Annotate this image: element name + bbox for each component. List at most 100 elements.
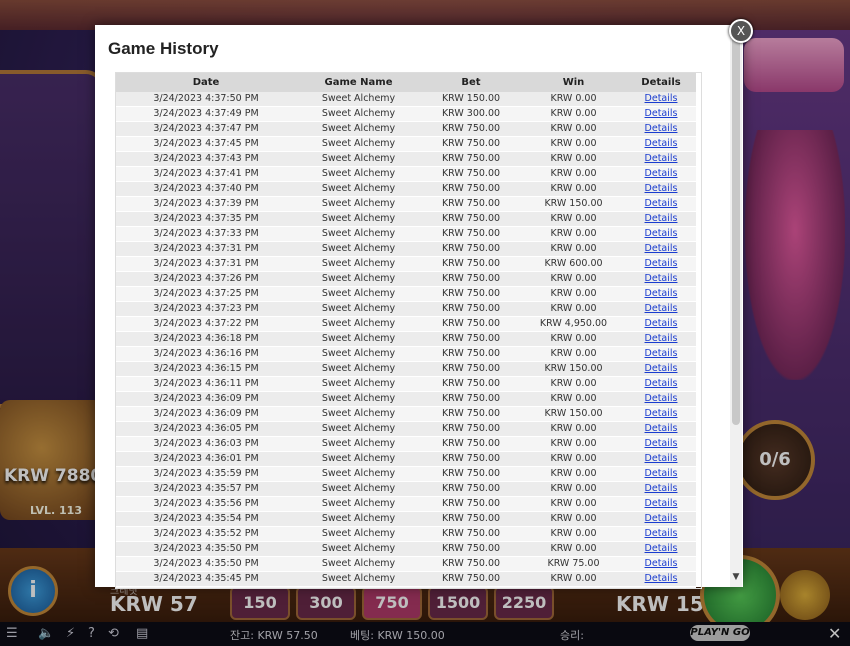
column-header-game-name[interactable]: Game Name: [296, 73, 421, 92]
table-row: 3/24/2023 4:37:47 PM Sweet Alchemy KRW 750…: [116, 122, 696, 137]
details-link[interactable]: Details: [626, 302, 696, 317]
cell-game-name: Sweet Alchemy: [296, 332, 421, 347]
details-link[interactable]: Details: [626, 152, 696, 167]
table-row: 3/24/2023 4:37:41 PM Sweet Alchemy KRW 750…: [116, 167, 696, 182]
table-row: 3/24/2023 4:37:23 PM Sweet Alchemy KRW 750…: [116, 302, 696, 317]
cell-game-name: Sweet Alchemy: [296, 512, 421, 527]
cell-win: KRW 600.00: [521, 257, 626, 272]
details-link[interactable]: Details: [626, 482, 696, 497]
game-history-modal: Game History Date Game Name Bet Win Deta…: [95, 25, 743, 589]
table-row: 3/24/2023 4:36:09 PM Sweet Alchemy KRW 750…: [116, 407, 696, 422]
details-link[interactable]: Details: [626, 512, 696, 527]
details-link[interactable]: Details: [626, 167, 696, 182]
close-modal-button[interactable]: X: [729, 19, 753, 43]
details-link[interactable]: Details: [626, 452, 696, 467]
details-link[interactable]: Details: [626, 197, 696, 212]
details-link[interactable]: Details: [626, 107, 696, 122]
cell-bet: KRW 750.00: [421, 272, 521, 287]
cell-date: 3/24/2023 4:37:31 PM: [116, 242, 296, 257]
cell-win: KRW 150.00: [521, 362, 626, 377]
table-header-row: Date Game Name Bet Win Details: [116, 73, 696, 92]
details-link[interactable]: Details: [626, 392, 696, 407]
details-link[interactable]: Details: [626, 437, 696, 452]
cell-bet: KRW 750.00: [421, 182, 521, 197]
table-row: 3/24/2023 4:36:01 PM Sweet Alchemy KRW 750…: [116, 452, 696, 467]
cell-date: 3/24/2023 4:36:03 PM: [116, 437, 296, 452]
cell-win: KRW 0.00: [521, 377, 626, 392]
column-header-win[interactable]: Win: [521, 73, 626, 92]
cell-win: KRW 0.00: [521, 437, 626, 452]
cell-game-name: Sweet Alchemy: [296, 422, 421, 437]
scrollbar-thumb[interactable]: [732, 25, 740, 425]
details-link[interactable]: Details: [626, 557, 696, 572]
details-link[interactable]: Details: [626, 422, 696, 437]
cell-date: 3/24/2023 4:37:22 PM: [116, 317, 296, 332]
details-link[interactable]: Details: [626, 317, 696, 332]
cell-bet: KRW 750.00: [421, 167, 521, 182]
cell-game-name: Sweet Alchemy: [296, 572, 421, 587]
cell-bet: KRW 750.00: [421, 467, 521, 482]
cell-date: 3/24/2023 4:37:50 PM: [116, 92, 296, 107]
cell-win: KRW 0.00: [521, 332, 626, 347]
table-row: 3/24/2023 4:35:45 PMSweet AlchemyKRW 750…: [116, 572, 696, 587]
details-link[interactable]: Details: [626, 257, 696, 272]
details-link[interactable]: Details: [626, 347, 696, 362]
details-link[interactable]: Details: [626, 572, 696, 587]
cell-bet: KRW 750.00: [421, 407, 521, 422]
cell-date: 3/24/2023 4:36:05 PM: [116, 422, 296, 437]
cell-win: KRW 150.00: [521, 407, 626, 422]
cell-win: KRW 0.00: [521, 182, 626, 197]
table-row: 3/24/2023 4:36:03 PM Sweet Alchemy KRW 750…: [116, 437, 696, 452]
column-header-bet[interactable]: Bet: [421, 73, 521, 92]
details-link[interactable]: Details: [626, 212, 696, 227]
cell-date: 3/24/2023 4:35:56 PM: [116, 497, 296, 512]
cell-bet: KRW 750.00: [421, 137, 521, 152]
cell-date: 3/24/2023 4:37:43 PM: [116, 152, 296, 167]
cell-game-name: Sweet Alchemy: [296, 122, 421, 137]
table-row: 3/24/2023 4:37:50 PM Sweet Alchemy KRW 150…: [116, 92, 696, 107]
details-link[interactable]: Details: [626, 362, 696, 377]
cell-game-name: Sweet Alchemy: [296, 527, 421, 542]
details-link[interactable]: Details: [626, 467, 696, 482]
details-link[interactable]: Details: [626, 542, 696, 557]
details-link[interactable]: Details: [626, 242, 696, 257]
table-row: 3/24/2023 4:37:25 PM Sweet Alchemy KRW 750…: [116, 287, 696, 302]
details-link[interactable]: Details: [626, 272, 696, 287]
table-row: 3/24/2023 4:37:45 PM Sweet Alchemy KRW 750…: [116, 137, 696, 152]
cell-date: 3/24/2023 4:37:45 PM: [116, 137, 296, 152]
cell-win: KRW 0.00: [521, 467, 626, 482]
cell-game-name: Sweet Alchemy: [296, 302, 421, 317]
details-link[interactable]: Details: [626, 407, 696, 422]
details-link[interactable]: Details: [626, 377, 696, 392]
table-row: 3/24/2023 4:37:26 PM Sweet Alchemy KRW 750…: [116, 272, 696, 287]
cell-game-name: Sweet Alchemy: [296, 467, 421, 482]
cell-game-name: Sweet Alchemy: [296, 377, 421, 392]
cell-game-name: Sweet Alchemy: [296, 107, 421, 122]
cell-win: KRW 0.00: [521, 452, 626, 467]
details-link[interactable]: Details: [626, 227, 696, 242]
details-link[interactable]: Details: [626, 287, 696, 302]
scroll-down-arrow-icon[interactable]: ▼: [731, 572, 741, 582]
cell-game-name: Sweet Alchemy: [296, 557, 421, 572]
cell-date: 3/24/2023 4:37:31 PM: [116, 257, 296, 272]
column-header-details[interactable]: Details: [626, 73, 696, 92]
details-link[interactable]: Details: [626, 92, 696, 107]
details-link[interactable]: Details: [626, 182, 696, 197]
details-link[interactable]: Details: [626, 332, 696, 347]
table-row: 3/24/2023 4:37:35 PM Sweet Alchemy KRW 750…: [116, 212, 696, 227]
details-link[interactable]: Details: [626, 527, 696, 542]
modal-title: Game History: [108, 39, 219, 58]
cell-bet: KRW 750.00: [421, 572, 521, 587]
table-row: 3/24/2023 4:37:39 PM Sweet Alchemy KRW 750…: [116, 197, 696, 212]
details-link[interactable]: Details: [626, 137, 696, 152]
cell-bet: KRW 750.00: [421, 497, 521, 512]
cell-win: KRW 0.00: [521, 137, 626, 152]
cell-date: 3/24/2023 4:37:35 PM: [116, 212, 296, 227]
details-link[interactable]: Details: [626, 587, 696, 588]
cell-bet: KRW 750.00: [421, 302, 521, 317]
details-link[interactable]: Details: [626, 497, 696, 512]
cell-date: 3/24/2023 4:36:16 PM: [116, 347, 296, 362]
cell-date: 3/24/2023 4:37:33 PM: [116, 227, 296, 242]
column-header-date[interactable]: Date: [116, 73, 296, 92]
details-link[interactable]: Details: [626, 122, 696, 137]
